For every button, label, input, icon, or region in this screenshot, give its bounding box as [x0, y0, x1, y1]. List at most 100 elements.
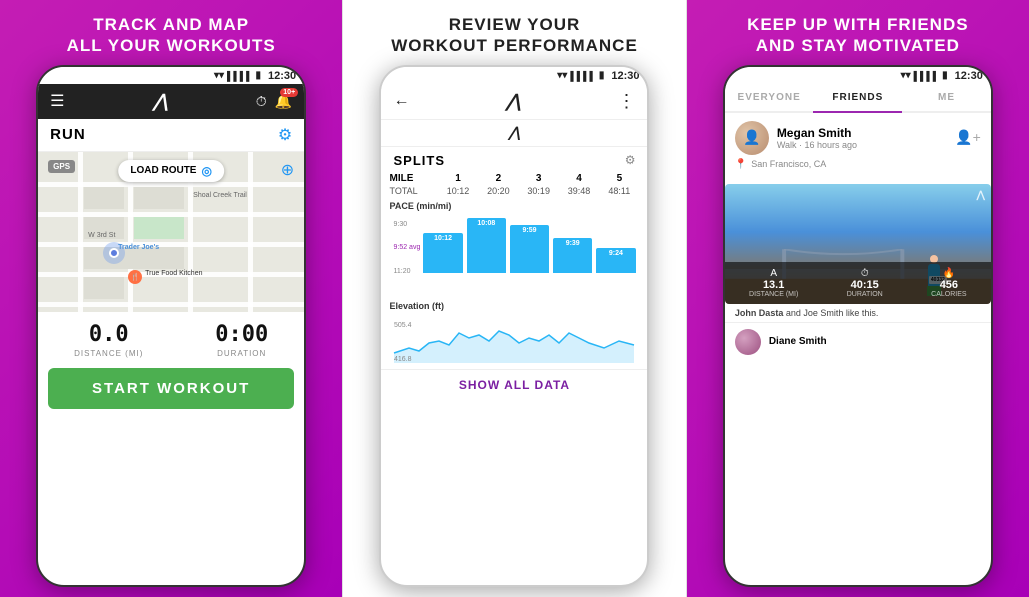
friend-card: 👤 Megan Smith Walk · 16 hours ago 👤+ 📍 S…: [725, 113, 991, 184]
status-time-3: 12:30: [955, 70, 983, 82]
phone-frame-2: ▾▾ ▌▌▌▌ ▮ 12:30 ← ⋀ ⋮ ⋀ SPLITS ⚙ MILE 1 …: [379, 65, 649, 588]
load-route-label: LOAD ROUTE: [130, 165, 196, 176]
panel-review: REVIEW YOUR WORKOUT PERFORMANCE ▾▾ ▌▌▌▌ …: [342, 0, 686, 597]
nav-icons: ⏱ 🔔10+: [256, 93, 292, 110]
panel-2-header: REVIEW YOUR WORKOUT PERFORMANCE: [343, 0, 685, 65]
panel-friends: KEEP UP WITH FRIENDS AND STAY MOTIVATED …: [687, 0, 1029, 597]
wifi-icon-2: ▾▾: [557, 70, 567, 81]
pace-bar-2: 10:08: [467, 218, 506, 273]
pace-label: PACE (min/mi): [389, 201, 639, 211]
map-area[interactable]: Shoal Creek Trail W 3rd St GPS LOAD ROUT…: [38, 152, 304, 312]
panel-3-header: KEEP UP WITH FRIENDS AND STAY MOTIVATED: [687, 0, 1029, 65]
svg-text:416.8: 416.8: [394, 356, 412, 363]
splits-header-row: MILE 1 2 3 4 5: [389, 172, 639, 185]
header-line2: ALL YOUR WORKOUTS: [67, 36, 276, 55]
status-time-1: 12:30: [268, 70, 296, 82]
friend-activity: Walk · 16 hours ago: [777, 140, 947, 150]
header-line2-p2: WORKOUT PERFORMANCE: [391, 36, 638, 55]
settings-icon[interactable]: ⚙: [278, 125, 292, 145]
liker-name: John Dasta: [735, 308, 784, 318]
friend-avatar: 👤: [735, 121, 769, 155]
col-2: 2: [478, 173, 518, 184]
col-mile: MILE: [389, 173, 437, 184]
comment-row: Diane Smith: [725, 323, 991, 361]
ua-logo-row: ⋀: [381, 120, 647, 147]
signal-icon: ▌▌▌▌: [227, 71, 253, 81]
add-friend-icon[interactable]: 👤+: [955, 129, 981, 146]
start-workout-button[interactable]: START WORKOUT: [48, 368, 294, 409]
panel-1-header: TRACK AND MAP ALL YOUR WORKOUTS: [0, 0, 342, 65]
commenter-name: Diane Smith: [769, 336, 827, 347]
friend-meta: Megan Smith Walk · 16 hours ago: [777, 126, 947, 150]
trader-joes-label: Trader Joe's: [118, 244, 159, 251]
status-time-2: 12:30: [611, 70, 639, 82]
location-row: 📍 San Francisco, CA: [735, 159, 981, 170]
status-bar-2: ▾▾ ▌▌▌▌ ▮ 12:30: [381, 67, 647, 84]
battery-icon: ▮: [256, 70, 262, 81]
header-line2-p3: AND STAY MOTIVATED: [756, 36, 960, 55]
likes-text: and Joe Smith like this.: [786, 308, 879, 318]
gps-button[interactable]: GPS: [48, 160, 75, 173]
header-line1: TRACK AND MAP: [93, 15, 249, 34]
wstat-calories: 🔥 456 CALORIES: [931, 268, 966, 298]
app1-navbar: ☰ ⋀ ⏱ 🔔10+: [38, 84, 304, 119]
ua-logo-1: ⋀: [153, 91, 167, 112]
col-5: 5: [599, 173, 639, 184]
signal-icon-2: ▌▌▌▌: [570, 71, 596, 81]
friend-info: 👤 Megan Smith Walk · 16 hours ago 👤+: [735, 121, 981, 155]
tab-friends[interactable]: FRIENDS: [813, 84, 902, 113]
run-label: RUN: [50, 126, 86, 143]
ua-logo-2: ⋀: [506, 91, 521, 112]
elevation-section: Elevation (ft) 505.4 416.8: [381, 293, 647, 365]
wifi-icon-3: ▾▾: [901, 70, 911, 81]
splits-gear-icon[interactable]: ⚙: [625, 153, 636, 167]
crosshair-icon[interactable]: ⊕: [281, 160, 294, 180]
run-bar: RUN ⚙: [38, 119, 304, 152]
friend-name: Megan Smith: [777, 126, 947, 140]
tab-me[interactable]: ME: [902, 84, 991, 111]
distance-value: 0.0: [74, 322, 143, 347]
load-icon: ◎: [201, 164, 211, 178]
wstat-duration: ⏱ 40:15 DURATION: [847, 268, 883, 298]
workout-photo: 40332 ⋀ A 13.1 DISTANCE (MI) ⏱ 40:15 DUR…: [725, 184, 991, 304]
show-all-data-button[interactable]: SHOW ALL DATA: [381, 369, 647, 400]
distance-stat: 0.0 DISTANCE (MI): [74, 322, 143, 358]
pace-y-labels: 9:30 9:52 avg 11:20: [393, 213, 420, 275]
distance-label: DISTANCE (MI): [74, 349, 143, 358]
notification-badge: 10+: [280, 88, 298, 97]
likes-row: John Dasta and Joe Smith like this.: [725, 304, 991, 323]
total-label: TOTAL: [389, 186, 437, 196]
ua-watermark: ⋀: [977, 190, 985, 201]
activity-tabs: EVERYONE FRIENDS ME: [725, 84, 991, 113]
status-bar-1: ▾▾ ▌▌▌▌ ▮ 12:30: [38, 67, 304, 84]
phone-frame-3: ▾▾ ▌▌▌▌ ▮ 12:30 EVERYONE FRIENDS ME 👤 Me…: [723, 65, 993, 588]
location-pin-icon: 📍: [735, 159, 747, 170]
elevation-label: Elevation (ft): [389, 301, 639, 311]
load-route-button[interactable]: LOAD ROUTE ◎: [118, 160, 224, 182]
poi-badge: 🍴: [128, 270, 142, 284]
col-4: 4: [559, 173, 599, 184]
battery-icon-2: ▮: [599, 70, 605, 81]
wifi-icon: ▾▾: [214, 70, 224, 81]
splits-total-row: TOTAL 10:12 20:20 30:19 39:48 48:11: [389, 185, 639, 197]
duration-icon: ⏱: [847, 268, 883, 279]
location-text: San Francisco, CA: [751, 159, 826, 169]
pace-section: PACE (min/mi) 9:30 9:52 avg 11:20 10:12 …: [381, 197, 647, 293]
clock-icon[interactable]: ⏱: [256, 93, 267, 110]
hamburger-icon[interactable]: ☰: [50, 91, 64, 111]
header-line1-p3: KEEP UP WITH FRIENDS: [747, 15, 969, 34]
splits-title: SPLITS: [393, 153, 445, 168]
duration-value: 0:00: [215, 322, 268, 347]
commenter-avatar: [735, 329, 761, 355]
pace-bar-3: 9:59: [510, 225, 549, 273]
splits-table: MILE 1 2 3 4 5 TOTAL 10:12 20:20 30:19 3…: [381, 172, 647, 197]
distance-icon: A: [749, 268, 798, 279]
notification-icon[interactable]: 🔔10+: [275, 93, 292, 110]
battery-icon-3: ▮: [942, 70, 948, 81]
tab-everyone[interactable]: EVERYONE: [725, 84, 814, 111]
back-button[interactable]: ←: [393, 92, 409, 110]
col-1: 1: [438, 173, 478, 184]
pace-chart: 9:30 9:52 avg 11:20 10:12 10:08 9:59: [389, 213, 639, 293]
elevation-chart: 505.4 416.8: [389, 313, 639, 363]
more-options-icon[interactable]: ⋮: [617, 91, 635, 112]
